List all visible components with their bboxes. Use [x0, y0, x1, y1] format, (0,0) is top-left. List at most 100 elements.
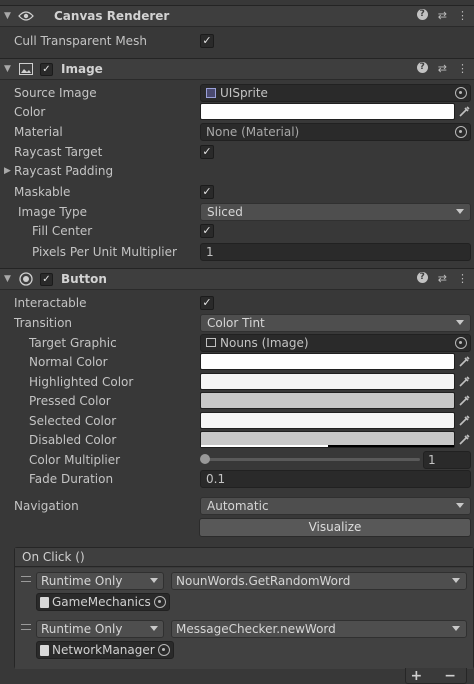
- eyedropper-icon[interactable]: [459, 394, 471, 408]
- on-click-header: On Click (): [15, 548, 473, 567]
- ppu-value: 1: [206, 244, 214, 259]
- image-small-icon: [206, 338, 216, 347]
- image-type-label: Image Type: [18, 204, 87, 219]
- dropdown-arrow-icon: [150, 578, 158, 583]
- eyedropper-icon[interactable]: [459, 375, 471, 389]
- image-type-dropdown[interactable]: Sliced: [200, 202, 471, 221]
- pressed-color-row: Pressed Color: [0, 391, 474, 410]
- material-field[interactable]: None (Material): [200, 122, 471, 141]
- color-multiplier-slider[interactable]: [202, 458, 420, 461]
- list-footer-buttons: + −: [411, 668, 456, 684]
- target-graphic-row: Target Graphic Nouns (Image): [0, 333, 474, 352]
- transition-value: Color Tint: [207, 315, 265, 330]
- fill-center-checkbox[interactable]: ✓: [200, 223, 214, 238]
- target-graphic-field[interactable]: Nouns (Image): [200, 333, 471, 352]
- button-header[interactable]: ▼ ✓ Button ? ⇄ ⋮: [0, 268, 474, 290]
- dropdown-arrow-icon: [452, 626, 460, 631]
- eyedropper-icon[interactable]: [459, 355, 471, 369]
- object-picker-icon[interactable]: [153, 596, 166, 608]
- runtime-mode-dropdown[interactable]: Runtime Only: [36, 620, 164, 638]
- foldout-arrow-icon[interactable]: ▼: [4, 64, 12, 74]
- eyedropper-icon[interactable]: [459, 433, 471, 447]
- object-picker-icon[interactable]: [455, 336, 467, 349]
- button-enabled-checkbox[interactable]: ✓: [40, 272, 53, 286]
- eyedropper-icon[interactable]: [459, 414, 471, 428]
- remove-listener-button[interactable]: −: [444, 668, 456, 684]
- function-dropdown[interactable]: NounWords.GetRandomWord: [171, 572, 467, 590]
- object-picker-icon[interactable]: [157, 644, 170, 656]
- function-dropdown[interactable]: MessageChecker.newWord: [171, 620, 467, 638]
- slider-knob[interactable]: [200, 454, 210, 464]
- drag-handle-icon[interactable]: [21, 576, 31, 582]
- normal-color-swatch[interactable]: [200, 353, 455, 370]
- transition-dropdown[interactable]: Color Tint: [200, 313, 471, 332]
- source-image-label: Source Image: [14, 85, 97, 100]
- more-menu-icon[interactable]: ⋮: [457, 272, 468, 285]
- drag-handle-icon[interactable]: [21, 624, 31, 630]
- raycast-padding-row[interactable]: ▶ Raycast Padding: [0, 161, 474, 180]
- target-graphic-label: Target Graphic: [29, 335, 117, 350]
- source-image-value: UISprite: [220, 85, 268, 100]
- highlighted-color-label: Highlighted Color: [29, 374, 134, 389]
- maskable-checkbox[interactable]: ✓: [200, 184, 214, 199]
- source-image-row: Source Image UISprite: [0, 83, 474, 102]
- material-row: Material None (Material): [0, 122, 474, 141]
- visualize-button[interactable]: Visualize: [199, 518, 471, 537]
- listener-list: Runtime Only NounWords.GetRandomWord Gam…: [15, 568, 473, 669]
- disabled-color-swatch[interactable]: [200, 431, 455, 448]
- ppu-label: Pixels Per Unit Multiplier: [32, 244, 177, 259]
- foldout-right-icon[interactable]: ▶: [4, 166, 11, 176]
- pressed-color-label: Pressed Color: [29, 393, 111, 408]
- object-picker-icon[interactable]: [455, 86, 467, 99]
- header-icons: ? ⇄ ⋮: [416, 9, 468, 22]
- selected-color-row: Selected Color: [0, 411, 474, 430]
- help-icon[interactable]: ?: [416, 62, 428, 73]
- source-image-field[interactable]: UISprite: [200, 83, 471, 102]
- presets-icon[interactable]: ⇄: [438, 62, 447, 75]
- more-menu-icon[interactable]: ⋮: [457, 62, 468, 75]
- foldout-arrow-icon[interactable]: ▼: [4, 11, 12, 21]
- target-object-field[interactable]: GameMechanics: [36, 593, 170, 611]
- presets-icon[interactable]: ⇄: [438, 272, 447, 285]
- object-picker-icon[interactable]: [455, 125, 467, 138]
- maskable-row: Maskable ✓: [0, 182, 474, 201]
- cull-transparent-mesh-checkbox[interactable]: ✓: [200, 33, 214, 48]
- alpha-bar-remainder: [327, 445, 454, 447]
- color-swatch[interactable]: [200, 103, 455, 120]
- maskable-label: Maskable: [14, 184, 71, 199]
- foldout-arrow-icon[interactable]: ▼: [4, 274, 12, 284]
- interactable-checkbox[interactable]: ✓: [200, 295, 214, 310]
- target-object-value: NetworkManager: [52, 643, 155, 657]
- function-value: MessageChecker.newWord: [176, 622, 336, 636]
- sprite-icon: [206, 87, 216, 98]
- highlighted-color-swatch[interactable]: [200, 373, 455, 390]
- raycast-target-checkbox[interactable]: ✓: [200, 144, 214, 159]
- ppu-input[interactable]: 1: [200, 242, 471, 261]
- add-listener-button[interactable]: +: [411, 668, 423, 684]
- help-icon[interactable]: ?: [416, 9, 428, 20]
- dropdown-arrow-icon: [150, 626, 158, 631]
- color-multiplier-row: Color Multiplier 1: [0, 450, 474, 469]
- fade-duration-input[interactable]: 0.1: [200, 469, 471, 488]
- material-value: None (Material): [206, 124, 300, 139]
- alpha-bar: [201, 445, 328, 447]
- runtime-mode-dropdown[interactable]: Runtime Only: [36, 572, 164, 590]
- canvas-renderer-header[interactable]: ▼ Canvas Renderer ? ⇄ ⋮: [0, 5, 474, 27]
- button-component-icon: [18, 271, 34, 287]
- image-header[interactable]: ▼ ✓ Image ? ⇄ ⋮: [0, 58, 474, 80]
- color-multiplier-input[interactable]: 1: [423, 450, 471, 469]
- eyedropper-icon[interactable]: [459, 105, 471, 119]
- more-menu-icon[interactable]: ⋮: [457, 9, 468, 22]
- function-value: NounWords.GetRandomWord: [176, 574, 351, 588]
- navigation-dropdown[interactable]: Automatic: [200, 496, 471, 515]
- image-enabled-checkbox[interactable]: ✓: [40, 62, 53, 76]
- target-object-field[interactable]: NetworkManager: [36, 641, 174, 659]
- navigation-value: Automatic: [207, 498, 269, 513]
- component-title: Image: [61, 62, 103, 76]
- runtime-mode-value: Runtime Only: [41, 574, 123, 588]
- selected-color-swatch[interactable]: [200, 412, 455, 429]
- help-icon[interactable]: ?: [416, 272, 428, 283]
- presets-icon[interactable]: ⇄: [438, 9, 447, 22]
- material-label: Material: [14, 124, 63, 139]
- pressed-color-swatch[interactable]: [200, 392, 455, 409]
